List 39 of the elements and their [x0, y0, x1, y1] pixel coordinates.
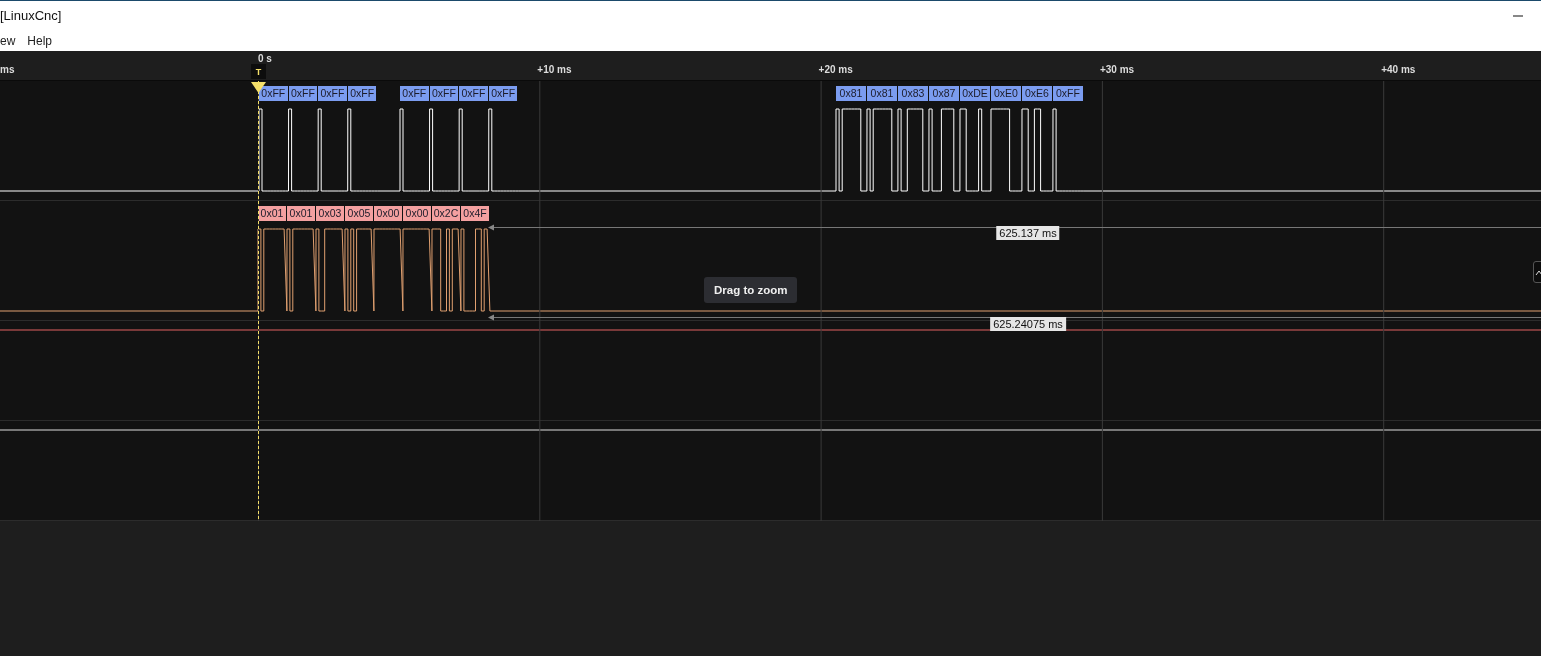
- measurement-label: 625.24075 ms: [990, 317, 1066, 331]
- menu-item[interactable]: ew: [0, 33, 16, 48]
- decoded-byte-label: 0xFF: [288, 86, 318, 101]
- decoded-byte-label: 0x81: [867, 86, 897, 101]
- decoded-byte-label: 0x00: [403, 206, 431, 221]
- menu-item[interactable]: Help: [27, 33, 53, 48]
- time-tick-label: ms: [0, 64, 15, 75]
- decoded-byte-label: 0xDE: [960, 86, 990, 101]
- decoded-byte-label: 0xFF: [259, 86, 288, 101]
- decoded-byte-label: 0x4F: [461, 206, 489, 221]
- decoded-byte-label: 0xFF: [318, 86, 347, 101]
- decoded-byte-label: 0x05: [345, 206, 373, 221]
- trigger-time-label: 0 s: [258, 53, 272, 64]
- window-title: [LinuxCnc]: [0, 8, 62, 23]
- decoded-byte-label: 0xE0: [991, 86, 1021, 101]
- decoded-byte-label: 0x2C: [432, 206, 460, 221]
- decoded-byte-label: 0xFF: [347, 86, 377, 101]
- chevron-up-icon: [1535, 268, 1541, 277]
- time-tick-label: +30 ms: [1099, 64, 1135, 75]
- decoded-byte-label: 0x01: [287, 206, 315, 221]
- decoded-byte-label: 0x00: [374, 206, 402, 221]
- decoded-byte-label: 0xFF: [459, 86, 488, 101]
- drag-to-zoom-tooltip: Drag to zoom: [704, 277, 798, 303]
- decoded-byte-label: 0x01: [258, 206, 286, 221]
- decoded-byte-label: 0xFF: [488, 86, 518, 101]
- decoded-byte-label: 0xFF: [429, 86, 459, 101]
- time-tick-label: +40 ms: [1381, 64, 1416, 75]
- decoded-byte-label: 0x83: [898, 86, 928, 101]
- time-tick-label: +10 ms: [537, 64, 572, 75]
- decoded-byte-label: 0x81: [836, 86, 866, 101]
- decoded-byte-label: 0xE6: [1022, 86, 1052, 101]
- time-tick-label: +20 ms: [818, 64, 853, 75]
- measurement-label: 625.137 ms: [996, 226, 1060, 240]
- decoded-byte-label: 0xFF: [400, 86, 429, 101]
- decoded-byte-label: 0xFF: [1053, 86, 1083, 101]
- decoded-byte-label: 0x03: [316, 206, 344, 221]
- decoded-byte-label: 0x87: [929, 86, 959, 101]
- minimize-icon: [1513, 14, 1523, 17]
- trigger-badge[interactable]: T: [251, 64, 266, 79]
